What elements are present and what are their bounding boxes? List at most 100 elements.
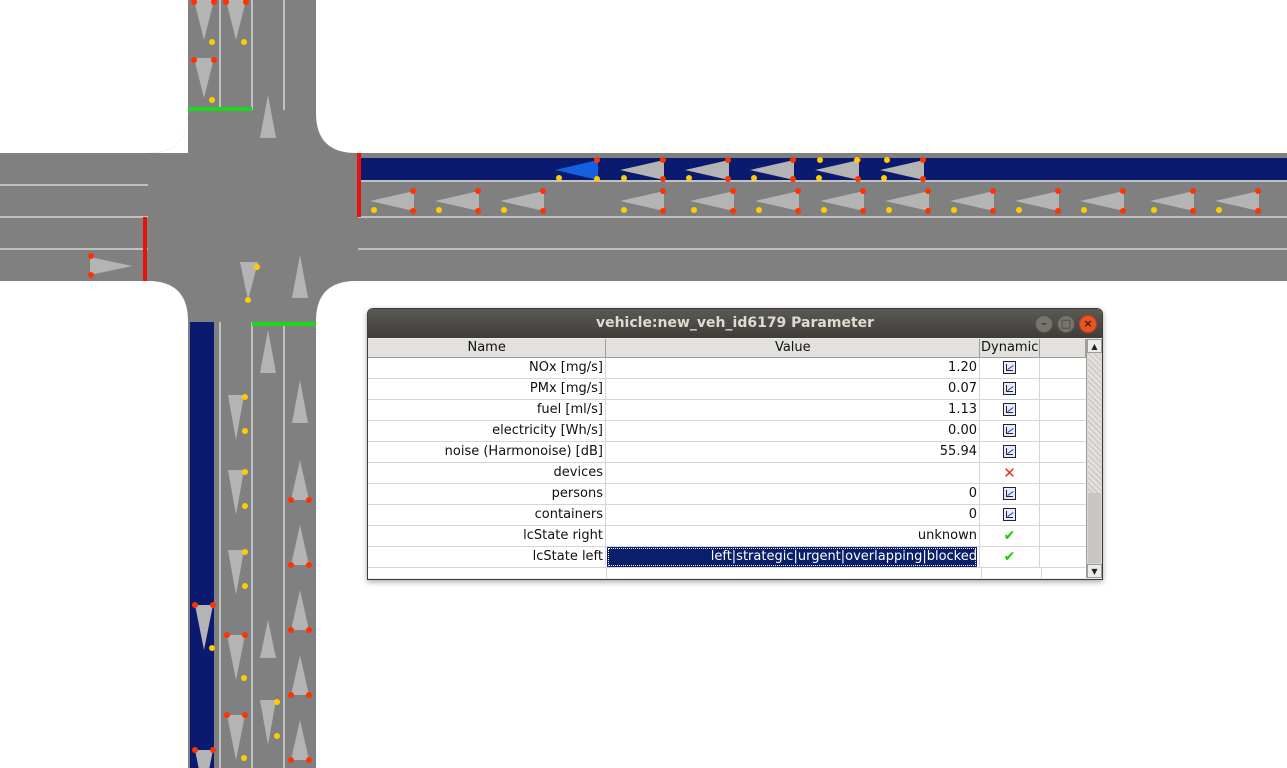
- close-button[interactable]: ×: [1079, 315, 1097, 333]
- blinker-light: [854, 157, 860, 163]
- chart-icon[interactable]: [1003, 445, 1016, 458]
- maximize-button[interactable]: □: [1057, 315, 1075, 333]
- minimize-button[interactable]: –: [1035, 315, 1053, 333]
- param-value[interactable]: [606, 463, 980, 483]
- scroll-down-arrow[interactable]: ▼: [1087, 564, 1102, 578]
- brake-light: [242, 712, 248, 718]
- brake-light: [860, 208, 866, 214]
- brake-light: [210, 747, 216, 753]
- row-filler: [1040, 358, 1085, 378]
- table-row[interactable]: devices ✕: [368, 463, 1086, 484]
- window-title: vehicle:new_veh_id6179 Parameter: [595, 315, 875, 331]
- blinker-light: [242, 428, 248, 434]
- brake-light: [191, 57, 197, 63]
- blinker-light: [245, 297, 251, 303]
- blinker-light: [1081, 207, 1087, 213]
- empty-cell: [607, 568, 982, 578]
- blinker-light: [1016, 207, 1022, 213]
- chart-icon[interactable]: [1003, 508, 1016, 521]
- param-value[interactable]: 0: [606, 484, 980, 504]
- blinker-light: [884, 157, 890, 163]
- blinker-light: [817, 157, 823, 163]
- brake-light: [795, 208, 801, 214]
- column-header-value[interactable]: Value: [606, 339, 981, 357]
- brake-light: [925, 188, 931, 194]
- brake-light: [1255, 188, 1261, 194]
- brake-light: [192, 602, 198, 608]
- brake-light: [925, 208, 931, 214]
- blinker-light: [751, 175, 757, 181]
- brake-light: [920, 157, 926, 163]
- brake-light: [1055, 188, 1061, 194]
- table-row[interactable]: containers 0: [368, 505, 1086, 526]
- chart-icon[interactable]: [1003, 403, 1016, 416]
- selected-value-text[interactable]: left|strategic|urgent|overlapping|blocke…: [607, 547, 977, 567]
- param-name: devices: [368, 463, 606, 483]
- brake-light: [224, 712, 230, 718]
- brake-light: [730, 208, 736, 214]
- window-titlebar[interactable]: vehicle:new_veh_id6179 Parameter – □ ×: [368, 309, 1102, 338]
- scroll-thumb[interactable]: [1088, 493, 1101, 563]
- x-icon: ✕: [1003, 464, 1016, 482]
- brake-light: [192, 747, 198, 753]
- brake-light: [540, 208, 546, 214]
- brake-light: [306, 692, 312, 698]
- param-value[interactable]: 0: [606, 505, 980, 525]
- check-icon: ✔: [1003, 549, 1016, 565]
- brake-light: [1120, 208, 1126, 214]
- param-value[interactable]: left|strategic|urgent|overlapping|blocke…: [606, 547, 980, 567]
- brake-light: [660, 188, 666, 194]
- table-row[interactable]: persons 0: [368, 484, 1086, 505]
- table-row[interactable]: lcState left left|strategic|urgent|overla…: [368, 547, 1086, 568]
- table-row[interactable]: fuel [ml/s] 1.13: [368, 400, 1086, 421]
- blinker-light: [242, 503, 248, 509]
- param-dynamic: [980, 400, 1040, 420]
- brake-light: [288, 627, 294, 633]
- table-row[interactable]: electricity [Wh/s] 0.00: [368, 421, 1086, 442]
- blinker-light: [686, 175, 692, 181]
- param-value[interactable]: 0.00: [606, 421, 980, 441]
- scroll-up-arrow[interactable]: ▲: [1087, 339, 1102, 353]
- column-header-dynamic[interactable]: Dynamic: [980, 339, 1041, 357]
- param-value[interactable]: 0.07: [606, 379, 980, 399]
- param-dynamic: [980, 505, 1040, 525]
- brake-light: [224, 632, 230, 638]
- blinker-light: [621, 207, 627, 213]
- blinker-light: [209, 39, 215, 45]
- brake-light: [410, 208, 416, 214]
- chart-icon[interactable]: [1003, 487, 1016, 500]
- brake-light: [1120, 188, 1126, 194]
- blinker-light: [209, 645, 215, 651]
- param-name: lcState right: [368, 526, 606, 546]
- column-header-name[interactable]: Name: [368, 339, 607, 357]
- row-filler: [1040, 505, 1085, 525]
- parameter-table: Name Value Dynamic NOx [mg/s] 1.20 PMx [mg…: [368, 339, 1086, 578]
- param-value[interactable]: 1.20: [606, 358, 980, 378]
- brake-light: [306, 497, 312, 503]
- brake-light: [410, 188, 416, 194]
- table-row[interactable]: PMx [mg/s] 0.07: [368, 379, 1086, 400]
- chart-icon[interactable]: [1003, 382, 1016, 395]
- blinker-light: [274, 699, 280, 705]
- brake-light: [288, 757, 294, 763]
- table-row[interactable]: lcState right unknown ✔: [368, 526, 1086, 547]
- brake-light: [855, 176, 861, 182]
- bus-lane-south: [190, 322, 214, 768]
- row-filler: [1040, 484, 1085, 504]
- chart-icon[interactable]: [1003, 361, 1016, 374]
- param-name: persons: [368, 484, 606, 504]
- param-value[interactable]: 55.94: [606, 442, 980, 462]
- check-icon: ✔: [1003, 528, 1016, 544]
- brake-light: [790, 157, 796, 163]
- empty-cell: [982, 568, 1042, 578]
- brake-light: [660, 157, 666, 163]
- vertical-scrollbar[interactable]: ▲ ▼: [1086, 339, 1102, 578]
- brake-light: [306, 627, 312, 633]
- table-row[interactable]: noise (Harmonoise) [dB] 55.94: [368, 442, 1086, 463]
- param-value[interactable]: unknown: [606, 526, 980, 546]
- chart-icon[interactable]: [1003, 424, 1016, 437]
- table-row[interactable]: NOx [mg/s] 1.20: [368, 358, 1086, 379]
- param-value[interactable]: 1.13: [606, 400, 980, 420]
- scroll-track-upper[interactable]: [1088, 353, 1101, 493]
- blinker-light: [241, 39, 247, 45]
